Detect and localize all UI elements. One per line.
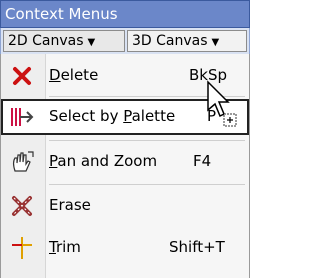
delete-icon [13,67,31,85]
tab-2d-canvas-label: 2D Canvas [8,33,84,49]
menu-item-trim-label: Trim [49,238,81,256]
trim-icon [12,237,32,259]
tab-3d-canvas-label: 3D Canvas [132,33,208,49]
menu-separator [49,140,245,141]
chevron-down-icon: ▼ [211,37,220,48]
chevron-down-icon: ▼ [87,37,96,48]
menu-item-trim[interactable]: Trim Shift+T [1,230,249,266]
menu-item-pan-and-zoom-shortcut: F4 [193,152,212,170]
erase-icon [12,196,32,216]
tab-3d-canvas[interactable]: 3D Canvas ▼ [127,30,247,52]
tab-2d-canvas[interactable]: 2D Canvas ▼ [3,30,125,52]
pan-zoom-icon [12,151,34,172]
select-palette-icon [11,108,34,126]
menu-item-trim-shortcut: Shift+T [169,238,225,256]
menu-item-pan-and-zoom-label: Pan and Zoom [49,152,158,170]
menu-item-select-by-palette-label: Select by Palette [49,107,176,125]
menu-item-erase[interactable]: Erase [1,188,249,224]
menu-item-delete-label: Delete [49,66,99,84]
canvas-tabs: 2D Canvas ▼ 3D Canvas ▼ [0,28,250,54]
mouse-cursor-icon [207,80,237,127]
menu-item-erase-label: Erase [49,196,91,214]
title-text: Context Menus [5,5,118,23]
menu-item-pan-and-zoom[interactable]: Pan and Zoom F4 [1,144,249,180]
menu-separator [49,184,245,185]
context-menus-title: Context Menus [0,0,250,28]
